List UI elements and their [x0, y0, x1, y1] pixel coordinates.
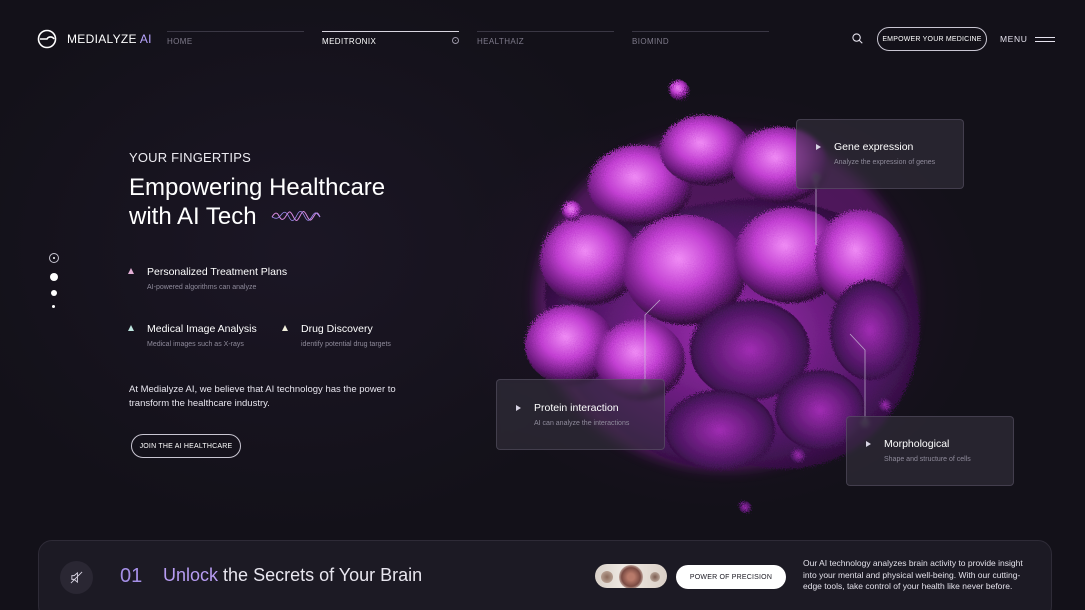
wave-icon — [271, 211, 321, 221]
pagination-dot[interactable] — [51, 290, 57, 296]
feature-title: Drug Discovery — [301, 323, 373, 335]
cell-image — [601, 571, 613, 583]
mute-icon — [70, 571, 83, 584]
menu-button[interactable]: MENU — [1000, 34, 1056, 44]
triangle-icon — [128, 325, 134, 331]
triangle-icon — [128, 268, 134, 274]
play-icon — [866, 441, 871, 447]
empower-medicine-button[interactable]: EMPOWER YOUR MEDICINE — [877, 27, 987, 51]
brand-logo[interactable]: MEDIALYZE AI — [37, 29, 152, 49]
search-icon[interactable] — [852, 33, 863, 44]
triangle-icon — [282, 325, 288, 331]
card-subtitle: Shape and structure of cells — [884, 456, 971, 463]
card-gene-expression[interactable]: Gene expression Analyze the expression o… — [796, 119, 964, 189]
pagination-dot[interactable] — [50, 273, 58, 281]
card-title: Protein interaction — [534, 402, 619, 414]
card-subtitle: Analyze the expression of genes — [834, 159, 936, 166]
feature-title: Medical Image Analysis — [147, 323, 257, 335]
cell-image — [619, 565, 643, 588]
brain-cells-thumbnail[interactable] — [595, 564, 667, 588]
card-protein-interaction[interactable]: Protein interaction AI can analyze the i… — [496, 379, 665, 450]
main-nav: HOME MEDITRONIX HEALTHAIZ BIOMIND — [167, 31, 769, 46]
power-of-precision-button[interactable]: POWER OF PRECISION — [676, 565, 786, 589]
hamburger-icon — [1035, 36, 1056, 42]
feature-subtitle: identify potential drug targets — [301, 341, 391, 348]
feature-title: Personalized Treatment Plans — [147, 266, 288, 278]
hero-eyebrow: YOUR FINGERTIPS — [129, 150, 251, 165]
feature-subtitle: Medical images such as X-rays — [147, 341, 244, 348]
mute-button[interactable] — [60, 561, 93, 594]
card-title: Morphological — [884, 438, 950, 450]
play-icon — [816, 144, 821, 150]
pagination-dot[interactable] — [52, 305, 55, 308]
headline-line-1: Empowering Healthcare — [129, 174, 386, 201]
nav-item-home[interactable]: HOME — [167, 31, 304, 46]
headline-line-2: with AI Tech — [129, 203, 257, 230]
join-healthcare-button[interactable]: JOIN THE AI HEALTHCARE — [131, 434, 241, 458]
title-rest: the Secrets of Your Brain — [223, 565, 423, 585]
bottom-paragraph: Our AI technology analyzes brain activit… — [803, 558, 1023, 591]
card-title: Gene expression — [834, 141, 914, 153]
feature-subtitle: AI-powered algorithms can analyze — [147, 284, 257, 291]
hero-paragraph: At Medialyze AI, we believe that AI tech… — [129, 384, 396, 409]
target-icon — [452, 37, 459, 44]
cell-image — [650, 572, 660, 582]
pagination-dot-active[interactable] — [49, 253, 59, 263]
title-highlight: Unlock — [163, 565, 219, 585]
play-icon — [516, 405, 521, 411]
nav-item-biomind[interactable]: BIOMIND — [632, 31, 769, 46]
logo-icon — [37, 29, 57, 49]
nav-item-healthaiz[interactable]: HEALTHAIZ — [477, 31, 614, 46]
brand-name: MEDIALYZE AI — [67, 32, 152, 46]
section-title: Unlock the Secrets of Your Brain — [163, 565, 422, 586]
card-subtitle: AI can analyze the interactions — [534, 420, 630, 427]
menu-label: MENU — [1000, 34, 1028, 44]
nav-item-meditronix[interactable]: MEDITRONIX — [322, 31, 459, 46]
step-number: 01 — [120, 565, 143, 587]
card-morphological[interactable]: Morphological Shape and structure of cel… — [846, 416, 1014, 486]
